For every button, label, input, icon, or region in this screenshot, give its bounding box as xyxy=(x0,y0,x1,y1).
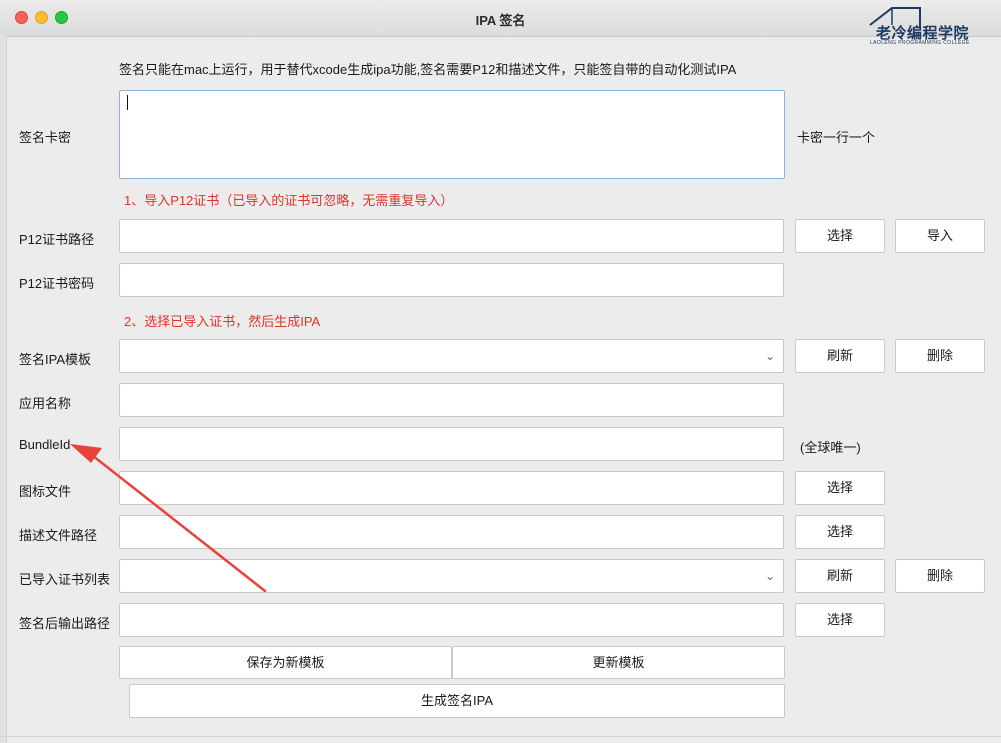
step2-instruction: 2、选择已导入证书，然后生成IPA xyxy=(124,314,321,329)
output-path-label: 签名后输出路径 xyxy=(19,616,111,631)
generate-signed-ipa-button[interactable]: 生成签名IPA xyxy=(129,684,785,718)
profile-select-button[interactable]: 选择 xyxy=(795,515,885,549)
card-textarea[interactable] xyxy=(119,90,785,179)
p12-password-input[interactable] xyxy=(119,263,784,297)
save-as-template-button[interactable]: 保存为新模板 xyxy=(119,646,452,679)
output-select-button[interactable]: 选择 xyxy=(795,603,885,637)
p12-password-label: P12证书密码 xyxy=(19,276,95,291)
template-delete-button[interactable]: 删除 xyxy=(895,339,985,373)
background-window-edge xyxy=(0,36,7,743)
p12-import-button[interactable]: 导入 xyxy=(895,219,985,253)
window-title: IPA 签名 xyxy=(475,13,526,28)
logo-watermark: 老冷编程学院 LAOLENG PROGRAMMING COLLEGE xyxy=(866,3,1000,47)
cert-list-select[interactable]: ⌄ xyxy=(119,559,784,593)
output-path-input[interactable] xyxy=(119,603,784,637)
bundle-id-label: BundleId xyxy=(19,437,71,452)
window-bottom-border xyxy=(0,736,1001,737)
chevron-down-icon: ⌄ xyxy=(764,569,775,583)
p12-select-button[interactable]: 选择 xyxy=(795,219,885,253)
cert-delete-button[interactable]: 删除 xyxy=(895,559,985,593)
app-name-label: 应用名称 xyxy=(19,396,72,411)
p12-path-input[interactable] xyxy=(119,219,784,253)
icon-file-select-button[interactable]: 选择 xyxy=(795,471,885,505)
update-template-button[interactable]: 更新模板 xyxy=(452,646,785,679)
title-bar: IPA 签名 xyxy=(0,0,1001,37)
bundle-id-input[interactable] xyxy=(119,427,784,461)
card-label: 签名卡密 xyxy=(19,130,72,145)
template-select[interactable]: ⌄ xyxy=(119,339,784,373)
cert-refresh-button[interactable]: 刷新 xyxy=(795,559,885,593)
template-label: 签名IPA模板 xyxy=(19,352,91,367)
chevron-down-icon: ⌄ xyxy=(764,349,775,363)
template-refresh-button[interactable]: 刷新 xyxy=(795,339,885,373)
profile-path-label: 描述文件路径 xyxy=(19,528,98,543)
step1-instruction: 1、导入P12证书（已导入的证书可忽略，无需重复导入） xyxy=(124,193,454,208)
bundle-id-hint: (全球唯一) xyxy=(800,440,861,455)
card-hint: 卡密一行一个 xyxy=(797,130,876,145)
intro-text: 签名只能在mac上运行，用于替代xcode生成ipa功能,签名需要P12和描述文… xyxy=(119,62,737,77)
app-name-input[interactable] xyxy=(119,383,784,417)
icon-file-input[interactable] xyxy=(119,471,784,505)
p12-path-label: P12证书路径 xyxy=(19,232,95,247)
icon-file-label: 图标文件 xyxy=(19,484,72,499)
profile-path-input[interactable] xyxy=(119,515,784,549)
logo-subtitle: LAOLENG PROGRAMMING COLLEGE xyxy=(870,40,970,46)
text-caret xyxy=(127,95,128,110)
cert-list-label: 已导入证书列表 xyxy=(19,572,111,587)
